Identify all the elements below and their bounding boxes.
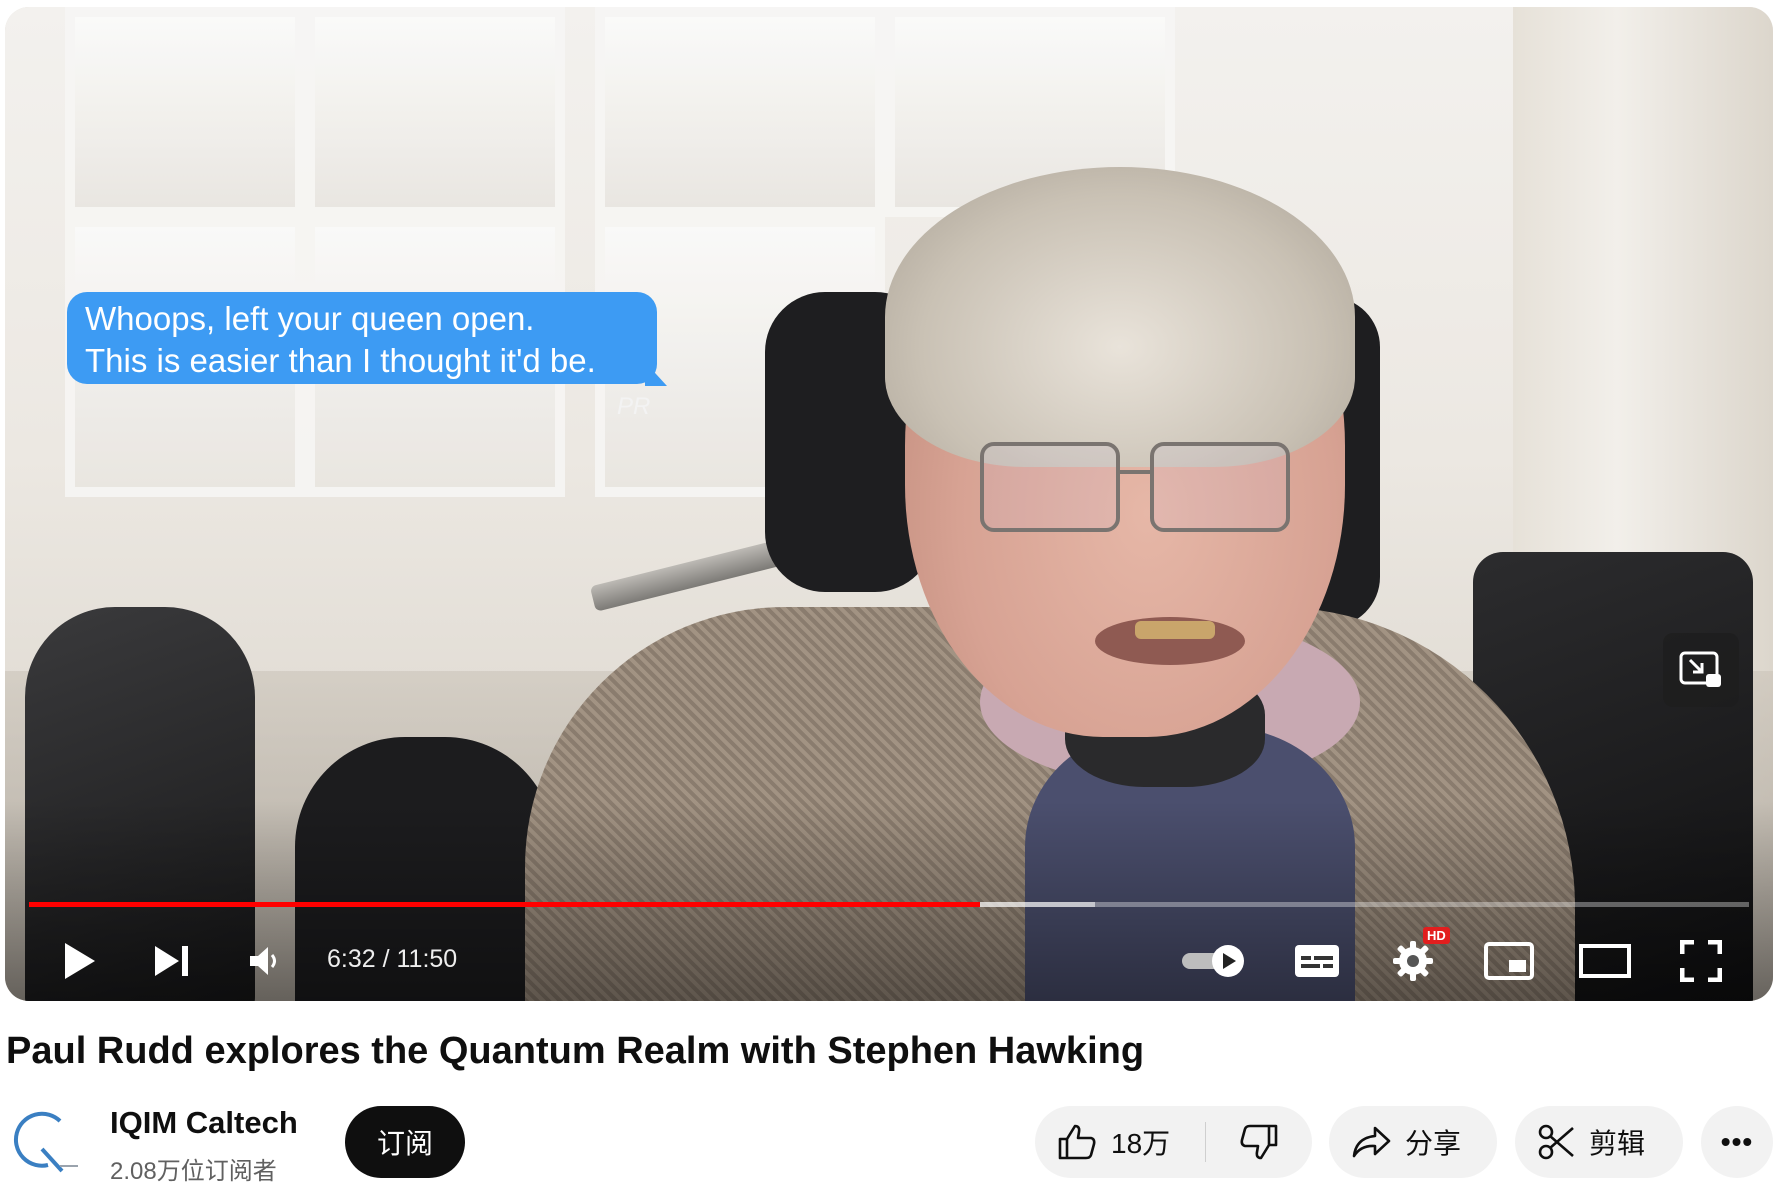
fullscreen-icon (1680, 940, 1722, 982)
chat-line-1: Whoops, left your queen open. (85, 300, 535, 337)
autoplay-toggle-icon (1182, 945, 1244, 977)
progress-played (29, 902, 981, 907)
settings-icon (1393, 941, 1433, 981)
clip-label: 剪辑 (1589, 1128, 1646, 1159)
thumbs-up-icon (1058, 1124, 1096, 1160)
thumbs-down-icon (1240, 1124, 1278, 1160)
more-icon: ••• (1720, 1126, 1754, 1157)
clip-button[interactable]: 剪辑 (1515, 1106, 1683, 1178)
subtitles-icon (1295, 945, 1339, 977)
next-button[interactable] (138, 929, 206, 993)
exit-overlay-icon (1679, 651, 1721, 687)
share-button[interactable]: 分享 (1329, 1106, 1497, 1178)
window-pane (65, 7, 305, 217)
miniplayer-icon (1484, 942, 1534, 980)
volume-icon (250, 947, 276, 975)
miniplayer-button[interactable] (1479, 929, 1539, 993)
channel-avatar[interactable] (4, 1101, 82, 1179)
share-icon (1352, 1126, 1391, 1158)
window-pane (305, 7, 565, 217)
progress-bar[interactable] (29, 902, 1749, 907)
volume-button[interactable] (235, 929, 295, 993)
autoplay-toggle[interactable] (1175, 929, 1255, 993)
window-pane (595, 7, 885, 217)
channel-logo-icon (5, 1102, 81, 1178)
hair (885, 167, 1355, 467)
like-dislike-group: 18万 (1035, 1106, 1312, 1178)
chat-line-2: This is easier than I thought it'd be. (85, 342, 596, 379)
play-button[interactable] (45, 929, 113, 993)
chat-bubble-tail (645, 362, 667, 386)
chat-bubble: Whoops, left your queen open. This is ea… (67, 292, 657, 384)
channel-name[interactable]: IQIM Caltech (110, 1105, 298, 1141)
glasses (980, 442, 1300, 542)
exit-overlay-button[interactable] (1663, 633, 1739, 707)
theater-mode-button[interactable] (1575, 929, 1635, 993)
subscribe-button[interactable]: 订阅 (345, 1106, 465, 1178)
subscriber-count: 2.08万位订阅者 (110, 1158, 277, 1185)
dislike-button[interactable] (1206, 1106, 1312, 1178)
play-icon (65, 943, 95, 979)
video-player[interactable]: Whoops, left your queen open. This is ea… (5, 7, 1773, 1001)
like-button[interactable]: 18万 (1035, 1106, 1205, 1178)
time-display: 6:32 / 11:50 (327, 945, 458, 973)
teeth (1135, 621, 1215, 639)
fullscreen-button[interactable] (1671, 929, 1731, 993)
theater-icon (1579, 944, 1631, 978)
more-actions-button[interactable]: ••• (1701, 1106, 1773, 1178)
hd-badge: HD (1423, 927, 1450, 944)
scissors-icon (1538, 1124, 1574, 1160)
like-count: 18万 (1111, 1128, 1171, 1159)
subtitles-button[interactable] (1287, 929, 1347, 993)
next-icon (155, 946, 188, 976)
video-title: Paul Rudd explores the Quantum Realm wit… (6, 1030, 1145, 1072)
chat-signature: PR (617, 393, 651, 420)
share-label: 分享 (1405, 1128, 1462, 1159)
